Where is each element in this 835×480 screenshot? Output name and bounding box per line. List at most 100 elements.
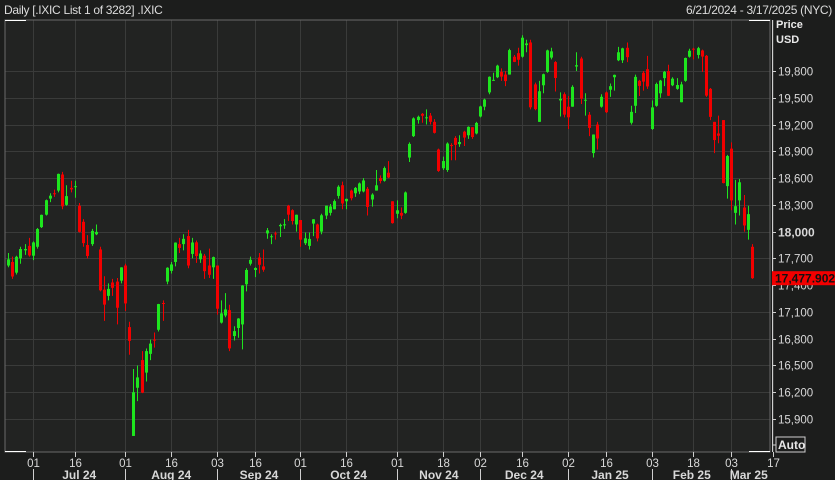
currency-axis-title: USD [776, 34, 800, 46]
candle-body [651, 107, 654, 129]
candle-body [162, 302, 165, 304]
candle-body [320, 215, 323, 232]
candle-body [488, 76, 491, 93]
candle-body [429, 115, 432, 122]
candle-body [241, 285, 244, 325]
candle [680, 81, 683, 103]
y-tick-label: 19,800 [778, 67, 813, 79]
candle-body [24, 249, 27, 251]
candle-body [417, 116, 420, 121]
y-tick-label: 19,500 [778, 94, 813, 106]
candle-body [262, 266, 265, 270]
candle-body [634, 76, 637, 106]
candle-body [212, 257, 215, 268]
candle-body [525, 43, 528, 46]
candle-body [671, 78, 674, 86]
candlestick-chart[interactable]: 15,90016,20016,50016,80017,10017,40017,7… [0, 0, 835, 480]
candle-body [78, 205, 81, 232]
candle-body [82, 221, 85, 244]
candle-body [40, 214, 43, 228]
candle-body [529, 42, 532, 108]
candle-body [195, 242, 198, 257]
candle [722, 120, 725, 184]
candle-body [279, 224, 282, 227]
candle-body [475, 122, 478, 134]
candle-body [609, 86, 612, 90]
candle-body [57, 173, 60, 191]
candle-body [371, 194, 374, 200]
month-label: Dec 24 [505, 468, 544, 480]
candle [78, 203, 81, 233]
candle-body [32, 242, 35, 256]
y-tick-label: 18,600 [778, 174, 813, 186]
candle-body [446, 143, 449, 171]
month-label: Feb 25 [673, 468, 711, 480]
candle [546, 49, 549, 73]
candle-body [387, 172, 390, 178]
candle-body [638, 80, 641, 86]
candle-body [550, 51, 553, 58]
x-axis[interactable]: 01 16 01 16 03 16 01 16 01 18 02 16 02 16 03 18 03 17Jul … [27, 452, 780, 480]
candle [529, 39, 532, 110]
candle-body [178, 244, 181, 248]
candle [404, 191, 407, 214]
candle [751, 244, 754, 279]
month-label: Oct 24 [330, 468, 367, 480]
candle-body [458, 142, 461, 145]
candle-body [36, 229, 39, 247]
candle [320, 213, 323, 235]
month-label: Jan 25 [591, 468, 629, 480]
candle-body [111, 282, 114, 288]
x-tick-label: 03 [211, 458, 224, 470]
auto-scale-button[interactable]: Auto [772, 436, 806, 453]
candle [61, 171, 64, 210]
candle-body [554, 62, 557, 78]
candle-body [600, 96, 603, 107]
candle-body [655, 84, 658, 106]
candle-body [99, 249, 102, 291]
candle-body [646, 69, 649, 87]
candle-body [145, 351, 148, 373]
candle-body [412, 118, 415, 137]
candle [91, 228, 94, 246]
candle-body [375, 185, 378, 191]
candle-body [141, 360, 144, 393]
candle [479, 105, 482, 118]
month-label: Nov 24 [419, 468, 459, 480]
candle-body [366, 188, 369, 207]
candle [391, 201, 394, 224]
candle [684, 57, 687, 82]
x-tick-label: 01 [294, 458, 307, 470]
candle-body [730, 148, 733, 201]
candle-body [174, 242, 177, 262]
candle [496, 64, 499, 79]
candle-body [91, 230, 94, 245]
candle-body [216, 265, 219, 309]
candle-body [266, 230, 269, 234]
candle [709, 87, 712, 121]
candle-body [362, 180, 365, 192]
candle-body [751, 246, 754, 279]
month-label: Jul 24 [62, 468, 96, 480]
candle-body [508, 50, 511, 75]
auto-button-label[interactable]: Auto [778, 438, 805, 452]
candle-body [663, 71, 666, 79]
candle-body [513, 56, 516, 62]
candle-body [312, 219, 315, 224]
x-tick-label: 01 [27, 458, 40, 470]
candle-body [228, 310, 231, 349]
candle-body [299, 220, 302, 240]
x-tick-label: 17 [767, 458, 780, 470]
candle-body [132, 392, 135, 436]
candle-body [28, 245, 31, 256]
candle-body [437, 149, 440, 171]
candle-body [86, 244, 89, 256]
candle-body [575, 65, 578, 67]
candle-body [358, 183, 361, 192]
candle-body [592, 134, 595, 154]
candle-body [613, 74, 616, 78]
candle [488, 76, 491, 95]
y-tick-label: 18,900 [778, 147, 813, 159]
candle-body [425, 117, 428, 119]
candle-body [680, 84, 683, 103]
